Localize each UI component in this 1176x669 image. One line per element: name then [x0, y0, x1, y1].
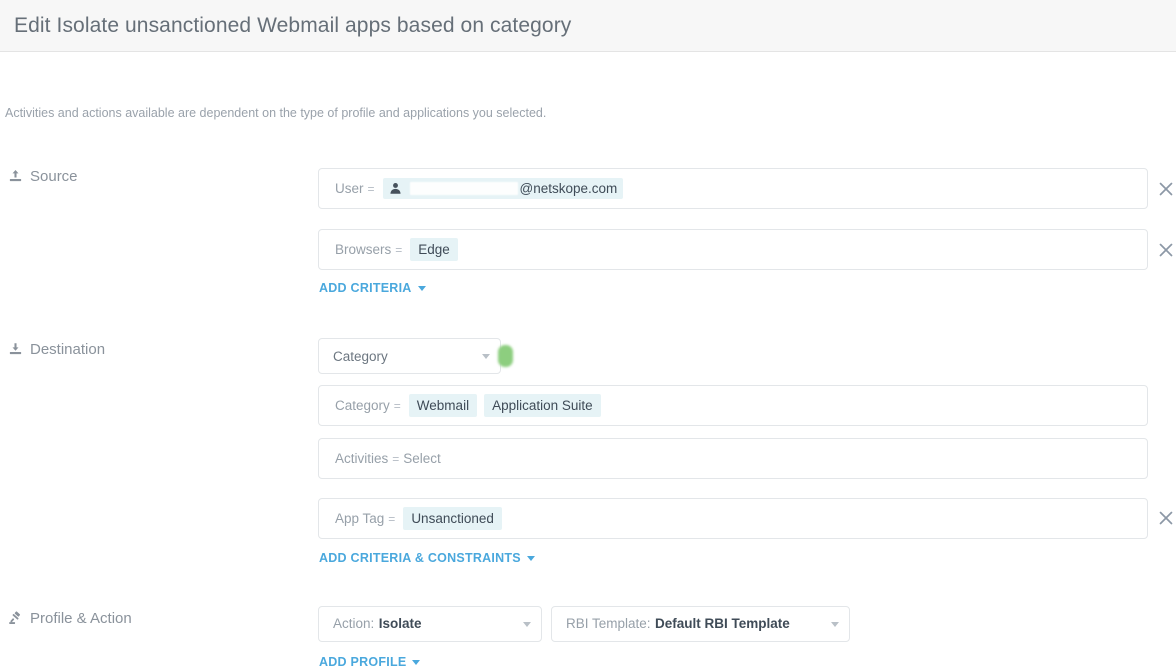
- criteria-key-category: Category: [335, 398, 390, 413]
- criteria-row-activities[interactable]: Activities = Select: [318, 438, 1148, 479]
- chip-category-webmail[interactable]: Webmail: [409, 394, 477, 417]
- add-criteria-source-label: ADD CRITERIA: [319, 281, 412, 295]
- page-title: Edit Isolate unsanctioned Webmail apps b…: [14, 14, 571, 38]
- add-criteria-constraints-link[interactable]: ADD CRITERIA & CONSTRAINTS: [319, 551, 535, 565]
- add-criteria-source-link[interactable]: ADD CRITERIA: [319, 281, 426, 295]
- criteria-row-browsers[interactable]: Browsers = Edge: [318, 229, 1148, 270]
- download-icon: [8, 342, 23, 357]
- section-label-source-text: Source: [30, 168, 78, 185]
- chevron-down-icon: [831, 622, 839, 627]
- rbi-template-select-value: Default RBI Template: [655, 616, 790, 631]
- criteria-key-app-tag: App Tag: [335, 511, 384, 526]
- section-label-profile-action-text: Profile & Action: [30, 610, 132, 627]
- chevron-down-icon: [412, 660, 420, 665]
- chip-user-value[interactable]: @netskope.com: [383, 178, 624, 199]
- activities-placeholder[interactable]: Select: [403, 451, 441, 466]
- rbi-template-select-text: RBI Template: Default RBI Template: [566, 615, 790, 633]
- criteria-key-activities: Activities: [335, 451, 388, 466]
- criteria-row-app-tag[interactable]: App Tag = Unsanctioned: [318, 498, 1148, 539]
- subtitle-text: Activities and actions available are dep…: [5, 106, 546, 120]
- criteria-operator-category: =: [394, 399, 401, 413]
- chip-category-application-suite[interactable]: Application Suite: [484, 394, 601, 417]
- chevron-down-icon: [523, 622, 531, 627]
- criteria-row-user[interactable]: User = @netskope.com: [318, 168, 1148, 209]
- add-criteria-constraints-label: ADD CRITERIA & CONSTRAINTS: [319, 551, 521, 565]
- remove-criteria-app-tag-button[interactable]: [1157, 509, 1175, 527]
- chip-app-tag-unsanctioned[interactable]: Unsanctioned: [403, 507, 502, 530]
- criteria-operator-activities: =: [392, 452, 399, 466]
- section-label-profile-action: Profile & Action: [8, 610, 132, 627]
- destination-status-indicator: [498, 345, 513, 367]
- chip-browser-edge[interactable]: Edge: [410, 238, 458, 261]
- criteria-row-category[interactable]: Category = Webmail Application Suite: [318, 385, 1148, 426]
- criteria-key-browsers: Browsers: [335, 242, 391, 257]
- chevron-down-icon: [527, 556, 535, 561]
- criteria-operator-user: =: [368, 182, 375, 196]
- criteria-operator-app-tag: =: [388, 512, 395, 526]
- section-label-source: Source: [8, 168, 78, 185]
- destination-type-select[interactable]: Category: [318, 338, 501, 374]
- criteria-operator-browsers: =: [395, 243, 402, 257]
- action-select-label: Action:: [333, 616, 374, 631]
- remove-criteria-browsers-button[interactable]: [1157, 241, 1175, 259]
- remove-criteria-user-button[interactable]: [1157, 180, 1175, 198]
- person-icon: [389, 182, 402, 195]
- redacted-username: [410, 182, 518, 195]
- upload-icon: [8, 169, 23, 184]
- gavel-icon: [8, 611, 23, 626]
- action-select-text: Action: Isolate: [333, 615, 422, 633]
- action-select-value: Isolate: [379, 616, 422, 631]
- chevron-down-icon: [482, 354, 490, 359]
- dialog-header: Edit Isolate unsanctioned Webmail apps b…: [0, 0, 1176, 52]
- section-label-destination-text: Destination: [30, 341, 105, 358]
- chip-user-domain: @netskope.com: [520, 181, 618, 196]
- criteria-key-user: User: [335, 181, 364, 196]
- chevron-down-icon: [418, 286, 426, 291]
- section-label-destination: Destination: [8, 341, 105, 358]
- rbi-template-select-label: RBI Template:: [566, 616, 651, 631]
- action-select[interactable]: Action: Isolate: [318, 606, 542, 642]
- destination-type-value: Category: [333, 349, 388, 364]
- rbi-template-select[interactable]: RBI Template: Default RBI Template: [551, 606, 850, 642]
